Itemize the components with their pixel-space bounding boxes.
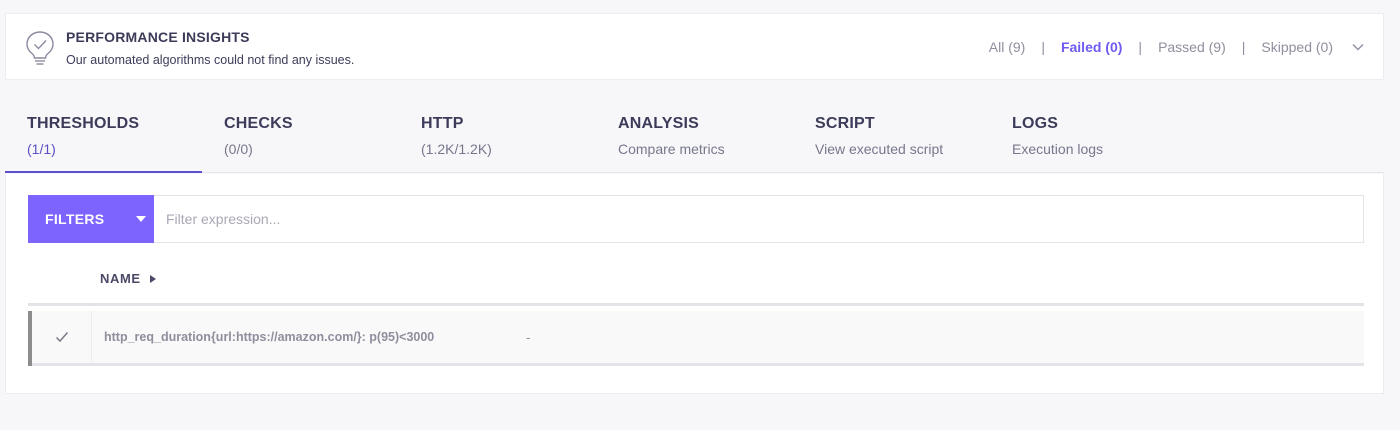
tab-title: THRESHOLDS — [27, 115, 140, 132]
tab-analysis[interactable]: ANALYSIS Compare metrics — [596, 105, 793, 172]
filter-separator: | — [1241, 39, 1246, 55]
tab-subtitle: (1.2K/1.2K) — [421, 141, 492, 157]
filter-passed[interactable]: Passed (9) — [1158, 39, 1226, 55]
tab-subtitle: (0/0) — [224, 141, 253, 157]
table-row[interactable]: http_req_duration{url:https://amazon.com… — [28, 311, 1364, 366]
filter-expression-input[interactable] — [154, 196, 1363, 242]
result-tabs: THRESHOLDS (1/1) CHECKS (0/0) HTTP (1.2K… — [5, 105, 1384, 173]
column-header-name[interactable]: NAME — [100, 271, 156, 286]
tab-title: LOGS — [1012, 115, 1059, 132]
filter-all[interactable]: All (9) — [989, 39, 1026, 55]
threshold-name: http_req_duration{url:https://amazon.com… — [104, 330, 435, 344]
thresholds-panel: FILTERS NAME http_req_duration{url:https… — [5, 174, 1384, 394]
tab-title: ANALYSIS — [618, 115, 700, 132]
filter-bar: FILTERS — [28, 195, 1364, 243]
lightbulb-check-icon — [26, 31, 54, 65]
checkmark-icon — [55, 332, 68, 343]
tab-http[interactable]: HTTP (1.2K/1.2K) — [399, 105, 596, 172]
tab-subtitle: Compare metrics — [618, 141, 725, 157]
filters-button-label: FILTERS — [45, 211, 105, 227]
filters-button[interactable]: FILTERS — [28, 195, 154, 243]
tab-logs[interactable]: LOGS Execution logs — [990, 105, 1187, 172]
row-status-cell — [32, 311, 92, 363]
filter-separator: | — [1041, 39, 1045, 55]
tab-title: SCRIPT — [815, 115, 875, 132]
performance-insights-card: PERFORMANCE INSIGHTS Our automated algor… — [5, 13, 1384, 80]
tab-thresholds[interactable]: THRESHOLDS (1/1) — [5, 105, 202, 173]
insights-subtitle: Our automated algorithms could not find … — [66, 53, 355, 67]
tab-subtitle: (1/1) — [27, 141, 56, 157]
caret-down-icon — [136, 216, 146, 222]
filter-failed[interactable]: Failed (0) — [1061, 39, 1122, 55]
filter-skipped[interactable]: Skipped (0) — [1261, 39, 1333, 55]
tab-title: CHECKS — [224, 115, 293, 132]
tab-checks[interactable]: CHECKS (0/0) — [202, 105, 399, 172]
sort-caret-icon — [149, 274, 156, 283]
tab-subtitle: Execution logs — [1012, 141, 1104, 157]
tab-subtitle: View executed script — [815, 141, 944, 157]
filter-separator: | — [1138, 39, 1143, 55]
table-divider — [28, 303, 1364, 306]
tab-title: HTTP — [421, 115, 464, 132]
insights-title: PERFORMANCE INSIGHTS — [66, 29, 250, 45]
chevron-down-icon[interactable] — [1351, 40, 1365, 54]
insights-filter-group: All (9) | Failed (0) | Passed (9) | Skip… — [989, 39, 1365, 55]
column-header-label: NAME — [100, 271, 141, 286]
threshold-value: - — [526, 329, 531, 345]
tab-script[interactable]: SCRIPT View executed script — [793, 105, 990, 172]
row-status-bar — [28, 311, 32, 366]
